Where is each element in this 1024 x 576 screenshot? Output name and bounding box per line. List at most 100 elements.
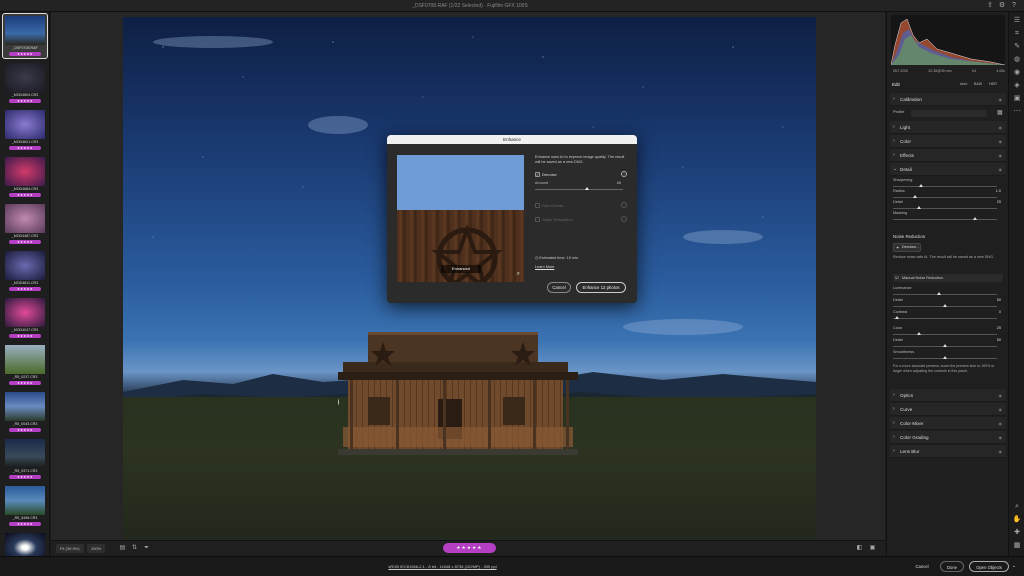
slider-track[interactable] — [893, 294, 997, 295]
filmstrip-thumb[interactable] — [3, 531, 47, 556]
filter-icon[interactable]: ⏷ — [143, 544, 150, 552]
masking-icon[interactable]: ◍ — [1012, 55, 1022, 65]
presets-icon[interactable]: ◈ — [1012, 81, 1022, 91]
filmstrip-thumb[interactable]: _R5_0237.CR3 ★★★★★ — [3, 343, 47, 387]
checkbox-icon[interactable]: ☑ — [895, 274, 899, 282]
enhance-preview[interactable]: Enhanced ⌕ — [397, 155, 524, 282]
eye-icon[interactable]: ◉ — [999, 93, 1003, 106]
denoise-button[interactable]: ✦ Denoise... — [893, 243, 921, 252]
eye-icon[interactable]: ◉ — [999, 445, 1003, 458]
slider-knob[interactable] — [913, 195, 917, 198]
manual-noise-reduction-header[interactable]: ☑ Manual Noise Reduction — [893, 274, 1003, 282]
eye-icon[interactable]: ◉ — [999, 389, 1003, 402]
filmstrip-toggle-icon[interactable]: ▤ — [119, 544, 126, 552]
info-icon[interactable]: i — [621, 202, 627, 208]
bw-button[interactable]: B&W — [974, 82, 982, 86]
zoom-icon[interactable]: ⌕ — [1012, 502, 1022, 512]
before-after-icon[interactable]: ◧ — [856, 544, 863, 552]
fit-zoom-select[interactable]: Fit (39.9%) — [56, 544, 84, 553]
filmstrip-thumb[interactable]: _MOD4621.CR3 ★★★★★ — [3, 108, 47, 152]
open-objects-button[interactable]: Open Objects — [969, 561, 1009, 572]
thumb-rating[interactable]: ★★★★★ — [9, 287, 41, 291]
view-mode-icon[interactable]: ▣ — [869, 544, 876, 552]
thumb-rating[interactable]: ★★★★★ — [9, 146, 41, 150]
slider-knob[interactable] — [943, 344, 947, 347]
cancel-button[interactable]: Cancel — [908, 561, 936, 572]
more-icon[interactable]: ⋯ — [1012, 107, 1022, 117]
denoise-option[interactable]: ✓ Denoise i — [535, 170, 627, 179]
section-optics[interactable]: › Optics ◉ — [890, 389, 1006, 402]
zoom-percent-select[interactable]: 100% — [87, 544, 106, 553]
snapshots-icon[interactable]: ▣ — [1012, 94, 1022, 104]
section-color-mixer[interactable]: › Color Mixer ◉ — [890, 417, 1006, 430]
thumb-rating[interactable]: ★★★★★ — [9, 334, 41, 338]
slider-knob[interactable] — [917, 332, 921, 335]
slider-knob[interactable] — [917, 206, 921, 209]
thumb-rating[interactable]: ★★★★★ — [9, 522, 41, 526]
filmstrip-thumb[interactable]: _MOD4047.CR3 ★★★★★ — [3, 296, 47, 340]
filmstrip-thumb[interactable]: _DSF0708.RAF ★★★★★ — [2, 13, 48, 59]
thumb-rating[interactable]: ★★★★★ — [9, 475, 41, 479]
filmstrip-thumb[interactable]: _MOD4811.CR3 ★★★★★ — [3, 249, 47, 293]
luminance-slider[interactable]: Luminance — [893, 286, 1003, 298]
section-calibration[interactable]: › Calibration ◉ — [890, 93, 1006, 106]
profile-select[interactable] — [911, 110, 987, 117]
eye-icon[interactable]: ◉ — [999, 135, 1003, 148]
enhance-button[interactable]: Enhance 12 photos — [576, 282, 626, 293]
contrast-slider[interactable]: Contrast 0 — [893, 310, 1003, 322]
color-nr-slider[interactable]: Color 25 — [893, 326, 1003, 338]
smoothness-slider[interactable]: Smoothness — [893, 350, 1003, 362]
slider-knob[interactable] — [943, 356, 947, 359]
eye-icon[interactable]: ◉ — [999, 163, 1003, 176]
section-detail[interactable]: ⌄ Detail ◉ — [890, 163, 1006, 176]
eye-icon[interactable]: ◉ — [999, 121, 1003, 134]
eye-icon[interactable]: ◉ — [999, 403, 1003, 416]
section-curve[interactable]: › Curve ◉ — [890, 403, 1006, 416]
slider-knob[interactable] — [937, 292, 941, 295]
filmstrip-thumb[interactable]: _R5_0043.CR3 ★★★★★ — [3, 390, 47, 434]
hdr-button[interactable]: HDR — [989, 82, 997, 86]
edit-sliders-icon[interactable]: ☰ — [1012, 16, 1022, 26]
thumb-rating[interactable]: ★★★★★ — [9, 240, 41, 244]
section-effects[interactable]: › Effects ◉ — [890, 149, 1006, 162]
slider-track[interactable] — [893, 219, 997, 220]
slider-track[interactable] — [535, 189, 623, 190]
done-button[interactable]: Done — [940, 561, 964, 572]
remove-icon[interactable]: ✎ — [1012, 42, 1022, 52]
learn-more-link[interactable]: Learn More — [535, 265, 554, 269]
filmstrip-thumb[interactable]: _R5_5496.CR3 ★★★★★ — [3, 484, 47, 528]
eye-icon[interactable]: ◉ — [999, 431, 1003, 444]
share-icon[interactable]: ⇪ — [986, 2, 994, 10]
thumb-rating[interactable]: ★★★★★ — [9, 428, 41, 432]
thumb-rating[interactable]: ★★★★★ — [9, 99, 41, 103]
slider-track[interactable] — [893, 334, 997, 335]
chevron-down-icon[interactable]: ⌄ — [1010, 561, 1018, 572]
color-detail-slider[interactable]: Detail 50 — [893, 338, 1003, 350]
zoom-icon[interactable]: ⌕ — [517, 271, 520, 278]
filmstrip-thumb[interactable]: _R5_0371.CR3 ★★★★★ — [3, 437, 47, 481]
sort-icon[interactable]: ⇅ — [131, 544, 138, 552]
section-color[interactable]: › Color ◉ — [890, 135, 1006, 148]
luminance-detail-slider[interactable]: Detail 50 — [893, 298, 1003, 310]
masking-slider[interactable]: Masking — [893, 211, 1003, 223]
slider-knob[interactable] — [973, 217, 977, 220]
thumb-rating[interactable]: ★★★★★ — [9, 193, 41, 197]
slider-track[interactable] — [893, 186, 997, 187]
slider-knob[interactable] — [585, 187, 589, 190]
help-icon[interactable]: ? — [1010, 2, 1018, 10]
info-icon[interactable]: i — [621, 171, 627, 177]
section-lens-blur[interactable]: › Lens Blur ◉ — [890, 445, 1006, 458]
gear-icon[interactable]: ⚙ — [998, 2, 1006, 10]
redeye-icon[interactable]: ◉ — [1012, 68, 1022, 78]
grid-overlay-icon[interactable]: ▦ — [1012, 541, 1022, 551]
slider-track[interactable] — [893, 318, 997, 319]
filmstrip-thumb[interactable]: _MOD4604.CR3 ★★★★★ — [3, 61, 47, 105]
slider-knob[interactable] — [943, 304, 947, 307]
eye-icon[interactable]: ◉ — [999, 417, 1003, 430]
hand-icon[interactable]: ✋ — [1012, 515, 1022, 525]
slider-knob[interactable] — [919, 184, 923, 187]
amount-value[interactable]: 68 — [617, 181, 621, 185]
info-icon[interactable]: i — [621, 216, 627, 222]
rating-stars[interactable]: ★★★★★ — [443, 543, 496, 553]
section-light[interactable]: › Light ◉ — [890, 121, 1006, 134]
